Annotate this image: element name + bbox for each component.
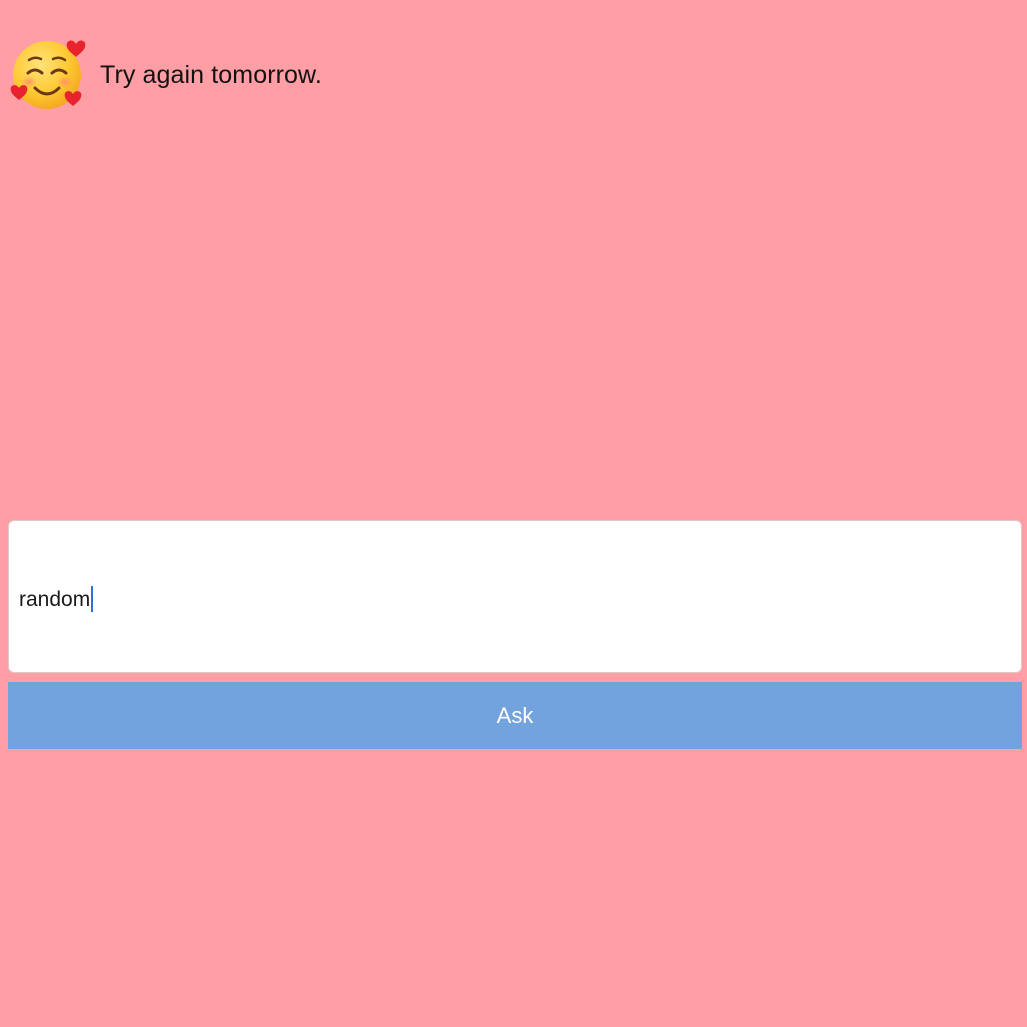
- smiling-face-with-hearts-icon: [9, 38, 89, 112]
- ask-button-label: Ask: [496, 702, 534, 728]
- ask-button[interactable]: Ask: [8, 682, 1022, 749]
- answer-text: Try again tomorrow.: [100, 60, 322, 89]
- app-window: Try again tomorrow. random Ask: [0, 0, 1027, 1027]
- answer-message: Try again tomorrow.: [9, 38, 322, 112]
- question-input-value: random: [19, 586, 93, 612]
- question-input[interactable]: random: [8, 520, 1022, 673]
- text-caret: [91, 586, 93, 612]
